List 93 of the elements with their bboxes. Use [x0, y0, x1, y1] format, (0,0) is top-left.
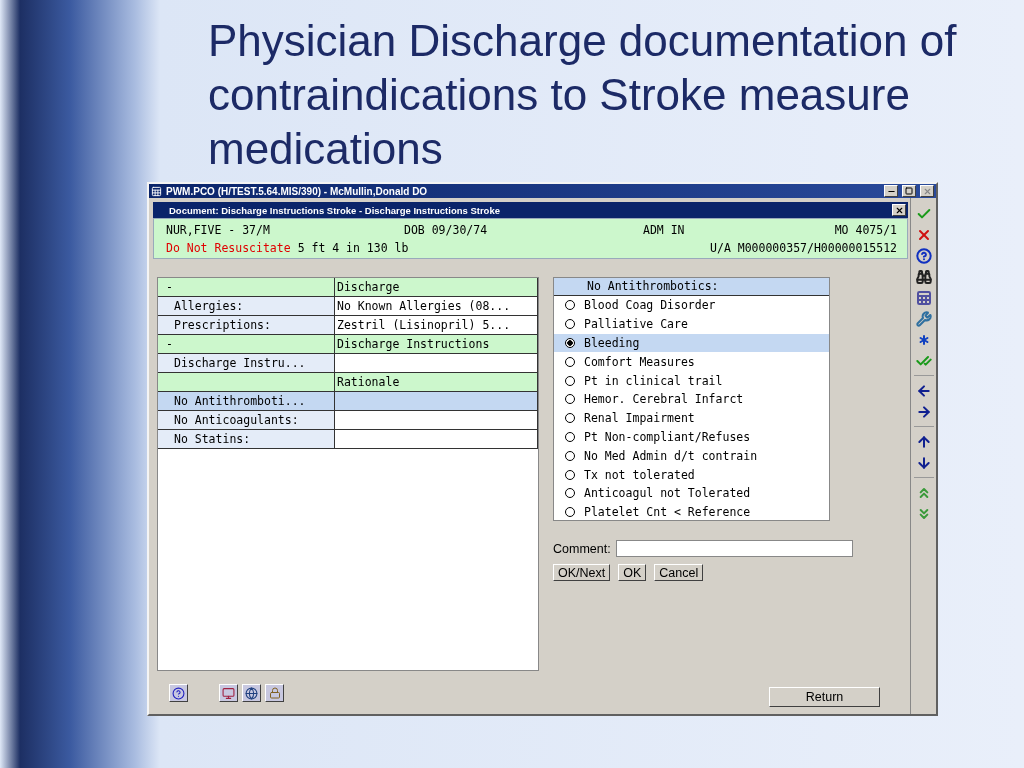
dialog-button[interactable]: Cancel [654, 564, 704, 581]
option-label: No Med Admin d/t contrain [584, 448, 758, 463]
radio-button[interactable] [565, 319, 575, 330]
option-label: Comfort Measures [584, 354, 695, 369]
binoculars-icon[interactable] [913, 267, 934, 286]
radio-button[interactable] [565, 375, 575, 386]
option-item[interactable]: Comfort Measures [554, 352, 829, 372]
close-icon [922, 186, 932, 196]
field-label: Discharge Instru... [158, 354, 335, 372]
field-row[interactable]: Discharge Instru... [158, 354, 538, 373]
radio-button[interactable] [565, 431, 575, 442]
option-item[interactable]: Renal Impairment [554, 408, 829, 428]
window-title: PWM.PCO (H/TEST.5.64.MIS/390) - McMullin,Donald DO [166, 185, 429, 197]
field-label: Allergies: [158, 297, 335, 315]
radio-button[interactable] [565, 469, 575, 480]
section-header-row[interactable]: - Discharge Instructions [158, 335, 538, 354]
date-of-birth: DOB 09/30/74 [404, 222, 489, 239]
option-item[interactable]: Tx not tolerated [554, 465, 829, 484]
radio-button[interactable] [565, 300, 575, 311]
option-label: Blood Coag Disorder [584, 298, 716, 313]
dialog-button[interactable]: OK/Next [553, 564, 611, 581]
globe-icon [245, 686, 258, 700]
admission-status: ADM IN [643, 222, 686, 239]
option-label: Anticoagul not Tolerated [584, 486, 751, 501]
maximize-button[interactable] [902, 185, 916, 197]
field-row[interactable]: No Anticoagulants: [158, 411, 538, 430]
comment-field[interactable] [615, 540, 853, 557]
option-label: Hemor. Cerebral Infarct [584, 392, 744, 407]
collapse-toggle[interactable]: - [158, 335, 335, 353]
field-label: No Anticoagulants: [158, 411, 335, 429]
radio-button[interactable] [565, 488, 575, 499]
field-row[interactable]: No Antithromboti... [158, 392, 538, 411]
comment-label: Comment: [553, 541, 611, 556]
dialog-button[interactable]: OK [618, 564, 647, 581]
wrench-icon[interactable] [913, 309, 934, 328]
maximize-icon [905, 187, 913, 195]
option-item[interactable]: Palliative Care [554, 314, 829, 334]
field-row[interactable]: No Statins: [158, 430, 538, 449]
field-row[interactable]: Allergies: No Known Allergies (08... [158, 297, 538, 316]
patient-name: NUR,FIVE - 37/M [166, 222, 271, 239]
field-value: No Known Allergies (08... [335, 297, 538, 315]
help-icon[interactable] [913, 246, 934, 265]
close-button[interactable] [892, 204, 906, 216]
app-icon [151, 185, 162, 197]
radio-button[interactable] [565, 394, 575, 405]
option-label: Pt Non-compliant/Refuses [584, 429, 751, 444]
field-label: No Statins: [158, 430, 335, 448]
section-header-row[interactable]: - Discharge [158, 278, 538, 297]
option-label: Palliative Care [584, 317, 688, 332]
option-item[interactable]: No Med Admin d/t contrain [554, 446, 829, 466]
monitor-icon [222, 686, 235, 700]
radio-button[interactable] [565, 450, 575, 461]
option-label: Renal Impairment [584, 411, 695, 426]
option-label: Pt in clinical trail [584, 373, 723, 388]
document-title: Document: Discharge Instructions Stroke - Discharge Instructions Stroke [169, 204, 501, 216]
option-item[interactable]: Pt in clinical trail [554, 371, 829, 390]
option-label: Tx not tolerated [584, 467, 695, 482]
field-label: Prescriptions: [158, 316, 335, 334]
help-button[interactable] [169, 684, 188, 702]
section-header-row[interactable]: Rationale [158, 373, 538, 392]
help-icon [172, 686, 185, 700]
option-item[interactable]: Bleeding [554, 333, 829, 353]
list-heading: No Antithrombotics: [554, 278, 829, 296]
lock-button[interactable] [265, 684, 284, 702]
location: MO 4075/1 [833, 222, 897, 239]
height-weight: 5 ft 4 in 130 lb [297, 240, 409, 257]
section-title: Rationale [335, 373, 538, 391]
section-title: Discharge [335, 278, 538, 296]
code-status: Do Not Resuscitate [166, 240, 291, 257]
section-title: Discharge Instructions [335, 335, 538, 353]
option-label: Platelet Cnt < Reference [584, 505, 751, 520]
minimize-button[interactable] [884, 185, 898, 197]
collapse-toggle[interactable]: - [158, 278, 335, 296]
monitor-button[interactable] [219, 684, 238, 702]
option-item[interactable]: Anticoagul not Tolerated [554, 483, 829, 503]
radio-button[interactable] [565, 507, 575, 518]
field-row[interactable]: Prescriptions: Zestril (Lisinopril) 5... [158, 316, 538, 335]
slide-title: Physician Discharge documentation of contraindications to Stroke measure medications [208, 15, 958, 175]
option-item[interactable]: Hemor. Cerebral Infarct [554, 390, 829, 409]
option-item[interactable]: Pt Non-compliant/Refuses [554, 427, 829, 447]
return-button[interactable]: Return [769, 687, 880, 707]
radio-button[interactable] [565, 413, 575, 424]
account-number: U/A M000000357/H00000015512 [710, 240, 897, 257]
globe-button[interactable] [242, 684, 261, 702]
field-value: Zestril (Lisinopril) 5... [335, 316, 538, 334]
close-button[interactable] [920, 185, 934, 197]
option-item[interactable]: Blood Coag Disorder [554, 296, 829, 315]
option-label: Bleeding [584, 336, 640, 350]
radio-button[interactable] [565, 338, 575, 348]
close-icon [894, 205, 904, 215]
option-item[interactable]: Platelet Cnt < Reference [554, 502, 829, 522]
lock-icon [268, 687, 281, 699]
radio-button[interactable] [565, 356, 575, 367]
